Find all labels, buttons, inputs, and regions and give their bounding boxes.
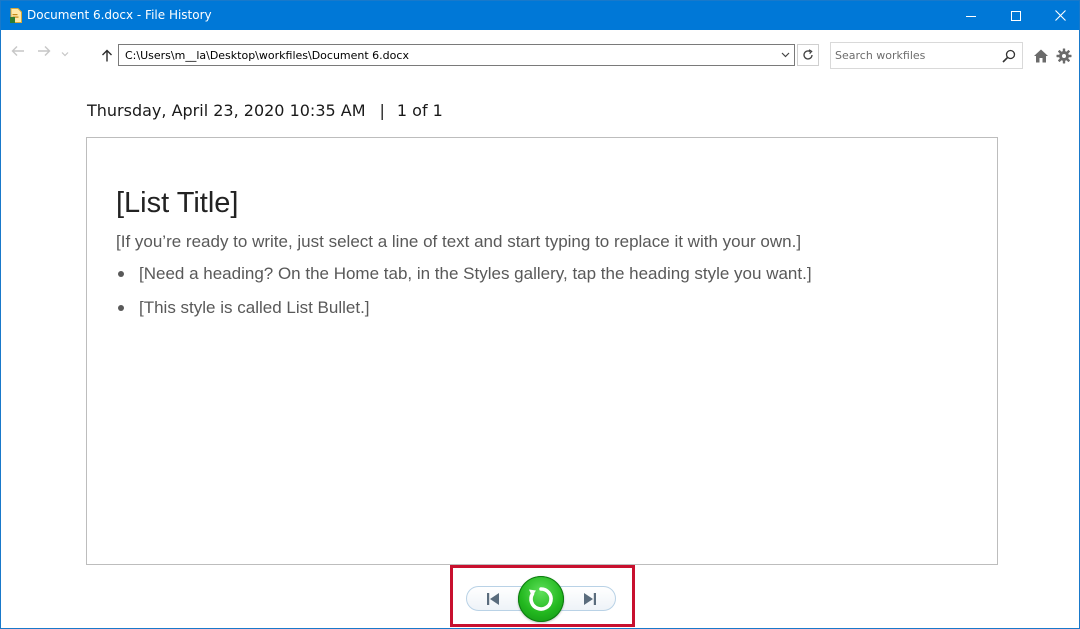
- version-position: 1 of 1: [396, 101, 443, 120]
- version-header: Thursday, April 23, 2020 10:35 AM | 1 of 1: [87, 101, 443, 120]
- window-title: Document 6.docx - File History: [27, 8, 212, 22]
- gear-icon[interactable]: [1056, 48, 1072, 64]
- refresh-icon: [803, 49, 813, 60]
- document-title: [List Title]: [116, 187, 239, 219]
- list-item-text: [This style is called List Bullet.]: [139, 298, 370, 317]
- bullet-icon: [118, 305, 124, 311]
- forward-button[interactable]: [36, 44, 52, 58]
- maximize-button[interactable]: [993, 1, 1039, 30]
- search-box[interactable]: [830, 42, 1023, 69]
- document-bullet-list: [Need a heading? On the Home tab, in the…: [116, 264, 812, 332]
- back-arrow-icon: [11, 46, 24, 56]
- address-path: C:\Users\m__la\Desktop\workfiles\Documen…: [125, 49, 409, 62]
- document-file-icon: [10, 8, 22, 23]
- header-separator: |: [379, 101, 385, 120]
- list-item: [Need a heading? On the Home tab, in the…: [116, 264, 812, 298]
- title-bar[interactable]: Document 6.docx - File History: [1, 1, 1079, 30]
- chevron-down-icon: [61, 52, 69, 57]
- minimize-icon: [966, 15, 976, 17]
- version-date: Thursday, April 23, 2020 10:35 AM: [87, 101, 366, 120]
- close-icon: [1054, 10, 1066, 21]
- file-preview[interactable]: [List Title] [If you’re ready to write, …: [86, 137, 998, 565]
- document-intro: [If you’re ready to write, just select a…: [116, 232, 802, 251]
- controls-highlight: [450, 565, 635, 627]
- address-dropdown-button[interactable]: [776, 45, 794, 65]
- close-button[interactable]: [1037, 1, 1079, 30]
- up-arrow-icon: [102, 49, 112, 61]
- search-icon[interactable]: [1002, 49, 1016, 63]
- refresh-button[interactable]: [797, 44, 819, 66]
- up-button[interactable]: [100, 48, 114, 62]
- minimize-button[interactable]: [948, 1, 994, 30]
- forward-arrow-icon: [38, 46, 51, 56]
- maximize-icon: [1011, 10, 1021, 21]
- back-button[interactable]: [10, 44, 26, 58]
- file-history-window: Document 6.docx - File History C:\Users\…: [0, 0, 1080, 629]
- home-icon[interactable]: [1033, 48, 1049, 64]
- recent-locations-button[interactable]: [60, 50, 70, 58]
- chevron-down-icon: [781, 52, 789, 58]
- search-input[interactable]: [835, 48, 995, 63]
- list-item: [This style is called List Bullet.]: [116, 298, 812, 332]
- address-bar[interactable]: C:\Users\m__la\Desktop\workfiles\Documen…: [118, 44, 795, 66]
- list-item-text: [Need a heading? On the Home tab, in the…: [139, 264, 812, 283]
- bullet-icon: [118, 271, 124, 277]
